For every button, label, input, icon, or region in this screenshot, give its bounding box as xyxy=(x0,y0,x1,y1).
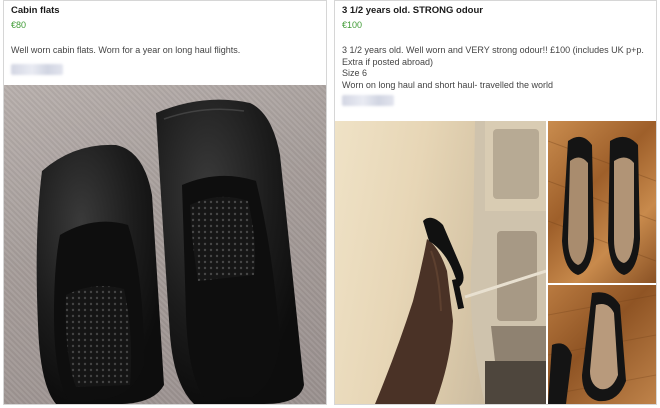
listing-card-strong-odour[interactable]: 3 1/2 years old. STRONG odour €100 3 1/2… xyxy=(334,0,657,405)
listing-title[interactable]: 3 1/2 years old. STRONG odour xyxy=(342,5,649,17)
listing-photo-heels-pair[interactable] xyxy=(548,121,656,283)
seller-name-blurred xyxy=(342,95,394,106)
listing-title[interactable]: Cabin flats xyxy=(11,5,319,17)
listing-price: €80 xyxy=(11,20,27,30)
listing-photo-insole[interactable] xyxy=(548,285,656,404)
flats-shoe-illustration xyxy=(36,99,304,404)
listing-card-cabin-flats[interactable]: Cabin flats €80 Well worn cabin flats. W… xyxy=(3,0,327,405)
description-line-1: 3 1/2 years old. Well worn and VERY stro… xyxy=(342,45,644,55)
seller-name-blurred xyxy=(11,63,63,75)
description-line-3: Size 6 xyxy=(342,68,368,78)
description-line-4: Worn on long haul and short haul- travel… xyxy=(342,79,553,90)
listing-photo-flats[interactable] xyxy=(4,85,326,404)
listing-price: €100 xyxy=(342,20,363,30)
cabin-leg-illustration xyxy=(375,121,546,404)
description-line-2: Extra if posted abroad) xyxy=(342,56,434,67)
leg xyxy=(375,239,453,404)
listing-description: Well worn cabin flats. Worn for a year o… xyxy=(11,45,241,55)
listing-info: Cabin flats €80 Well worn cabin flats. W… xyxy=(4,1,326,79)
listing-photo-cabin-leg[interactable] xyxy=(335,121,546,404)
listing-info: 3 1/2 years old. STRONG odour €100 3 1/2… xyxy=(335,1,656,110)
heels-pair-illustration xyxy=(548,136,656,275)
listing-description: 3 1/2 years old. Well worn and VERY stro… xyxy=(342,45,649,91)
insole-illustration xyxy=(548,292,656,404)
